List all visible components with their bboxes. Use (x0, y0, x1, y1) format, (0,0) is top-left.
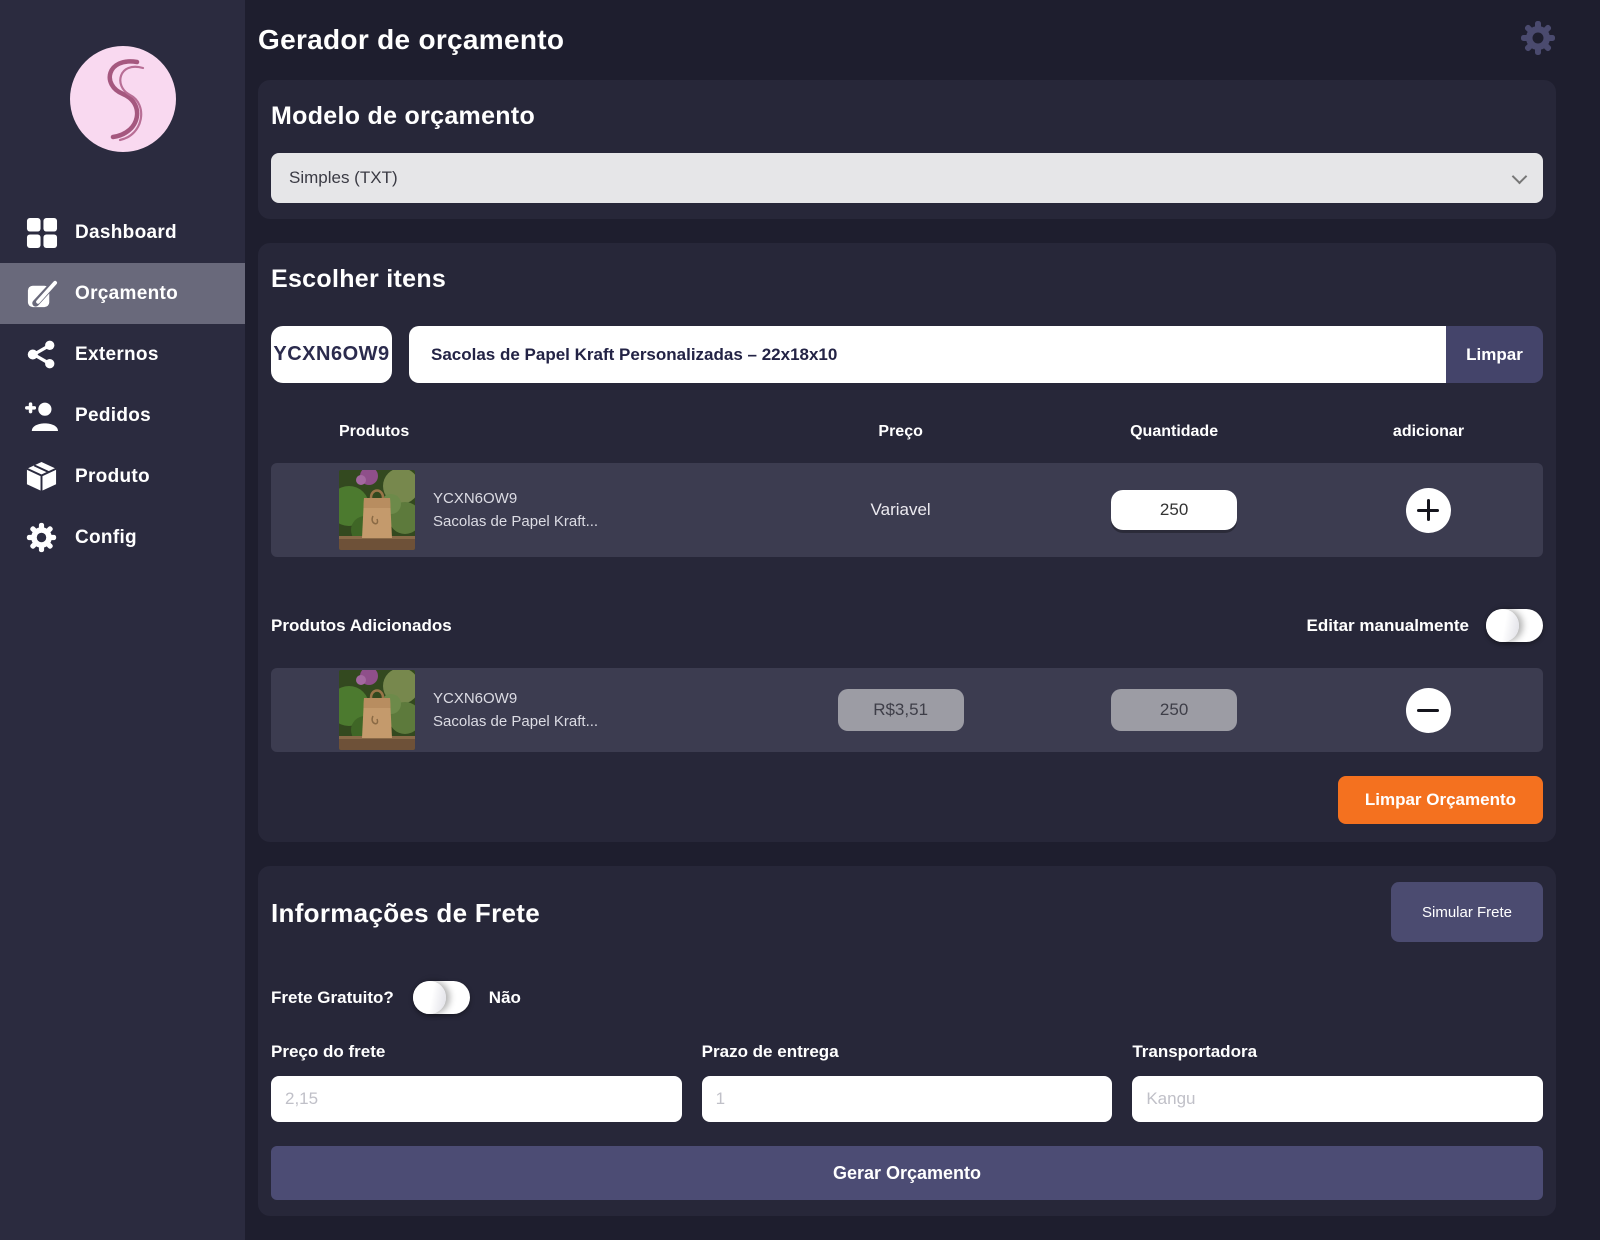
sidebar-item-pedidos[interactable]: Pedidos (0, 385, 245, 446)
product-price: Variavel (767, 500, 1034, 520)
add-product-button[interactable] (1406, 488, 1451, 533)
clear-quote-button[interactable]: Limpar Orçamento (1338, 776, 1543, 824)
simulate-freight-button[interactable]: Simular Frete (1391, 882, 1543, 942)
column-header-quantidade: Quantidade (1034, 423, 1314, 441)
product-name: YCXN6OW9 Sacolas de Papel Kraft... (433, 687, 598, 734)
free-freight-toggle[interactable] (413, 981, 470, 1014)
edit-icon (24, 277, 59, 310)
added-price-input (838, 689, 964, 731)
product-name: YCXN6OW9 Sacolas de Papel Kraft... (433, 487, 598, 534)
gear-icon (24, 522, 59, 553)
column-header-preco: Preço (767, 423, 1034, 441)
added-quantity-input (1111, 689, 1237, 731)
product-search-row: YCXN6OW9 Limpar (271, 326, 1543, 383)
sidebar-item-config[interactable]: Config (0, 507, 245, 568)
sidebar-item-externos[interactable]: Externos (0, 324, 245, 385)
added-products-header: Produtos Adicionados Editar manualmente (271, 609, 1543, 642)
sidebar-item-produto[interactable]: Produto (0, 446, 245, 507)
sidebar-item-label: Produto (75, 466, 150, 488)
freight-card: Informações de Frete Simular Frete Frete… (258, 866, 1556, 1216)
product-search-input[interactable] (409, 326, 1446, 383)
clear-search-button[interactable]: Limpar (1446, 326, 1543, 383)
model-card: Modelo de orçamento Simples (TXT) (258, 80, 1556, 219)
edit-manually-label: Editar manualmente (1307, 616, 1470, 636)
generate-quote-button[interactable]: Gerar Orçamento (271, 1146, 1543, 1200)
freight-price-input[interactable] (271, 1076, 682, 1122)
freight-price-label: Preço do frete (271, 1042, 682, 1062)
sidebar-item-orcamento[interactable]: Orçamento (0, 263, 245, 324)
delivery-time-label: Prazo de entrega (702, 1042, 1113, 1062)
free-freight-label: Frete Gratuito? (271, 988, 394, 1008)
brand-logo[interactable] (70, 46, 176, 152)
model-card-title: Modelo de orçamento (271, 102, 1543, 131)
user-plus-icon (24, 400, 59, 432)
carrier-input[interactable] (1132, 1076, 1543, 1122)
sidebar-item-label: Dashboard (75, 222, 177, 244)
model-select[interactable]: Simples (TXT) (271, 153, 1543, 203)
model-select-value: Simples (TXT) (289, 168, 398, 188)
box-icon (24, 460, 59, 493)
products-table-header: Produtos Preço Quantidade adicionar (271, 423, 1543, 441)
sidebar-item-dashboard[interactable]: Dashboard (0, 202, 245, 263)
added-products-title: Produtos Adicionados (271, 616, 452, 636)
freight-fields: Preço do frete Prazo de entrega Transpor… (271, 1042, 1543, 1122)
product-image (339, 470, 415, 550)
sidebar-item-label: Externos (75, 344, 159, 366)
column-header-adicionar: adicionar (1314, 423, 1543, 441)
column-header-produtos: Produtos (271, 423, 767, 441)
chevron-down-icon (1512, 169, 1528, 185)
carrier-label: Transportadora (1132, 1042, 1543, 1062)
product-image (339, 670, 415, 750)
quantity-input[interactable] (1111, 490, 1237, 530)
free-freight-state: Não (489, 988, 521, 1008)
page-title: Gerador de orçamento (258, 24, 564, 56)
sidebar: Dashboard Orçamento Externo (0, 0, 245, 1240)
remove-product-button[interactable] (1406, 688, 1451, 733)
settings-gear-icon[interactable] (1520, 20, 1556, 61)
sidebar-item-label: Config (75, 527, 137, 549)
sidebar-item-label: Pedidos (75, 405, 151, 427)
topbar: Gerador de orçamento (258, 0, 1556, 80)
edit-manually-toggle[interactable] (1486, 609, 1543, 642)
toggle-thumb (413, 981, 446, 1014)
main-content: Gerador de orçamento Modelo de orçamento… (245, 0, 1600, 1240)
free-freight-row: Frete Gratuito? Não (271, 981, 1543, 1014)
sidebar-item-label: Orçamento (75, 283, 178, 305)
product-code-badge: YCXN6OW9 (271, 326, 392, 383)
s-monogram-logo (73, 49, 173, 149)
items-card-title: Escolher itens (271, 265, 1543, 294)
items-card: Escolher itens YCXN6OW9 Limpar Produtos … (258, 243, 1556, 842)
sidebar-nav: Dashboard Orçamento Externo (0, 202, 245, 568)
table-row: YCXN6OW9 Sacolas de Papel Kraft... (271, 668, 1543, 752)
table-row: YCXN6OW9 Sacolas de Papel Kraft... Varia… (271, 463, 1543, 557)
toggle-thumb (1486, 609, 1519, 642)
grid-icon (24, 217, 59, 249)
share-icon (24, 339, 59, 370)
freight-card-title: Informações de Frete (271, 898, 540, 929)
minus-icon (1417, 709, 1439, 712)
delivery-time-input[interactable] (702, 1076, 1113, 1122)
